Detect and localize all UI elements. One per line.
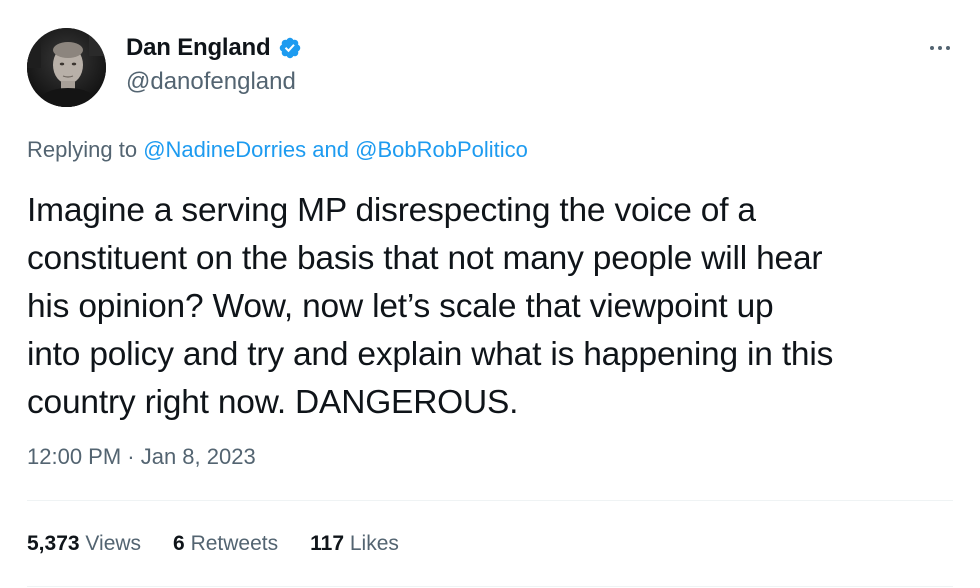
tweet-text-line: Imagine a serving MP disrespecting the v… — [27, 192, 756, 229]
reply-context: Replying to @NadineDorries and @BobRobPo… — [27, 137, 528, 163]
divider — [27, 500, 953, 501]
reply-prefix: Replying to — [27, 137, 138, 162]
tweet-text-line: country right now. DANGEROUS. — [27, 384, 519, 421]
likes-stat[interactable]: 117 Likes — [310, 532, 399, 556]
tweet-text: Imagine a serving MP disrespecting the v… — [27, 187, 962, 427]
author-handle[interactable]: @danofengland — [126, 68, 296, 96]
reply-connector[interactable]: and — [312, 137, 349, 162]
tweet-text-line: his opinion? Wow, now let’s scale that v… — [27, 288, 774, 325]
views-label: Views — [85, 532, 142, 555]
tweet-text-line: constituent on the basis that not many p… — [27, 240, 823, 277]
tweet-timestamp[interactable]: 12:00 PM · Jan 8, 2023 — [27, 444, 256, 470]
views-stat[interactable]: 5,373 Views — [27, 532, 141, 556]
retweets-stat[interactable]: 6 Retweets — [173, 532, 278, 556]
mention-link-nadinedorries[interactable]: @NadineDorries — [143, 137, 306, 162]
more-horizontal-icon — [930, 46, 934, 50]
avatar[interactable] — [27, 28, 106, 107]
tweet-stats: 5,373 Views 6 Retweets 117 Likes — [27, 532, 431, 556]
tweet-card: Dan England @danofengland Replying to @N… — [0, 0, 980, 588]
likes-count: 117 — [310, 532, 345, 555]
verified-badge-icon — [279, 37, 301, 59]
more-horizontal-icon-dot — [938, 46, 942, 50]
tweet-text-line: into policy and try and explain what is … — [27, 336, 834, 373]
retweets-count: 6 — [173, 532, 185, 555]
mention-link-bobrobpolitico[interactable]: @BobRobPolitico — [355, 137, 528, 162]
profile-photo-icon — [27, 28, 106, 107]
divider — [27, 586, 953, 587]
more-horizontal-icon-dot — [946, 46, 950, 50]
more-options-button[interactable] — [922, 36, 958, 60]
author-name[interactable]: Dan England — [126, 34, 271, 62]
retweets-label: Retweets — [190, 532, 279, 555]
views-count: 5,373 — [27, 532, 80, 555]
likes-label: Likes — [349, 532, 399, 555]
